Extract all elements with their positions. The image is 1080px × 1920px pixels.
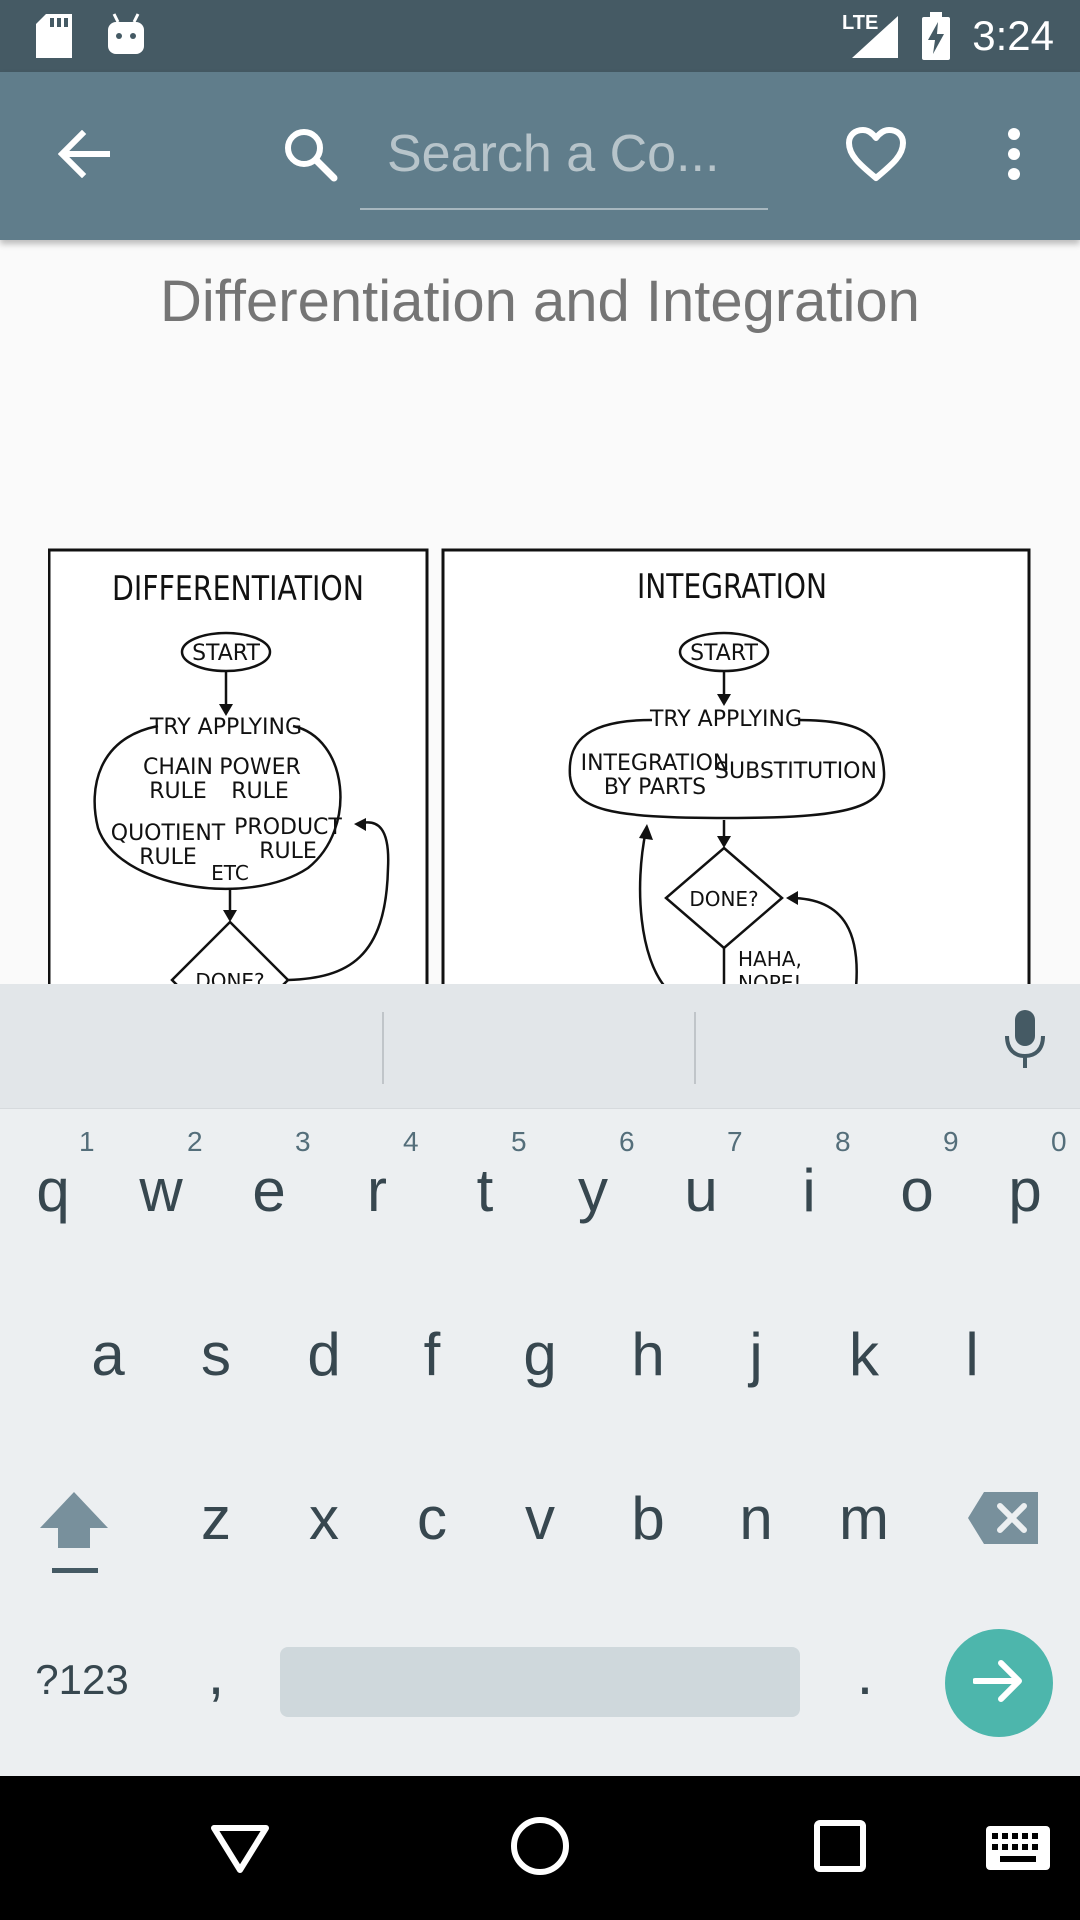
int-heading: INTEGRATION xyxy=(637,567,827,607)
diff-quotient-2: RULE xyxy=(139,845,197,870)
clock: 3:24 xyxy=(972,12,1054,59)
nav-home-button[interactable] xyxy=(508,1814,572,1878)
key-x[interactable]: x xyxy=(274,1484,374,1553)
search-button[interactable] xyxy=(262,108,358,204)
android-debug-icon xyxy=(106,12,146,61)
nav-back-button[interactable] xyxy=(208,1812,272,1876)
home-circle-icon xyxy=(508,1817,572,1882)
diff-start: START xyxy=(192,641,260,666)
navigation-bar xyxy=(0,1776,1080,1920)
int-ibp-2: BY PARTS xyxy=(604,775,706,800)
int-start: START xyxy=(690,641,758,666)
back-button[interactable] xyxy=(36,108,132,204)
search-input[interactable] xyxy=(385,118,769,190)
favorite-button[interactable] xyxy=(828,108,924,204)
period-key[interactable]: . xyxy=(815,1639,915,1708)
key-b[interactable]: b xyxy=(598,1484,698,1553)
key-v[interactable]: v xyxy=(490,1484,590,1553)
search-underline xyxy=(360,208,768,210)
backspace-icon xyxy=(966,1492,1042,1552)
nav-recents-button[interactable] xyxy=(812,1818,868,1874)
comma-key[interactable]: , xyxy=(166,1639,266,1708)
keyboard-switcher-button[interactable] xyxy=(986,1826,1050,1870)
int-substitution: SUBSTITUTION xyxy=(715,759,877,784)
int-try: TRY APPLYING xyxy=(649,707,802,732)
space-key[interactable] xyxy=(280,1647,800,1717)
more-options-button[interactable] xyxy=(966,108,1062,204)
key-z[interactable]: z xyxy=(166,1484,266,1553)
key-m[interactable]: m xyxy=(814,1484,914,1553)
int-done: DONE? xyxy=(689,887,758,911)
diff-etc: ETC xyxy=(211,861,249,885)
diff-chain-2: RULE xyxy=(149,779,207,804)
enter-key[interactable] xyxy=(945,1629,1053,1737)
heart-icon xyxy=(845,126,907,187)
search-icon xyxy=(282,126,338,187)
lte-signal-icon xyxy=(852,16,898,63)
int-haha-1: HAHA, xyxy=(738,947,802,971)
recents-square-icon xyxy=(812,1820,868,1878)
battery-charging-icon xyxy=(920,12,952,65)
diff-heading: DIFFERENTIATION xyxy=(112,569,364,609)
backspace-key[interactable] xyxy=(966,1488,1042,1548)
sd-card-icon xyxy=(36,14,72,63)
diff-power-2: RULE xyxy=(231,779,289,804)
shift-icon xyxy=(34,1492,114,1578)
key-c[interactable]: c xyxy=(382,1484,482,1553)
app-toolbar xyxy=(0,72,1080,240)
key-n[interactable]: n xyxy=(706,1484,806,1553)
diff-product-1: PRODUCT xyxy=(234,815,342,840)
int-ibp-1: INTEGRATION xyxy=(581,751,730,776)
keyboard-row-3: zxcvbnm xyxy=(0,984,1080,1552)
page-title: Differentiation and Integration xyxy=(160,269,920,334)
soft-keyboard: 1q2w3e4r5t6y7u8i9o0p asdfghjkl zxcvbnm ?… xyxy=(0,984,1080,1776)
diff-power-1: POWER xyxy=(219,755,301,780)
diff-product-2: RULE xyxy=(259,839,317,864)
enter-arrow-icon xyxy=(972,1657,1025,1710)
more-vert-icon xyxy=(1006,127,1022,185)
back-triangle-icon xyxy=(208,1825,272,1880)
diff-try: TRY APPLYING xyxy=(149,715,302,740)
diff-chain-1: CHAIN xyxy=(143,755,213,780)
comic-image: DIFFERENTIATION START TRY APPLYING CHAIN… xyxy=(48,548,1032,986)
diff-quotient-1: QUOTIENT xyxy=(111,821,226,846)
symbols-key[interactable]: ?123 xyxy=(22,1656,142,1704)
shift-key[interactable] xyxy=(34,1484,114,1574)
back-arrow-icon xyxy=(57,129,111,183)
keyboard-icon xyxy=(986,1826,1050,1874)
status-bar: LTE 3:24 xyxy=(0,0,1080,72)
